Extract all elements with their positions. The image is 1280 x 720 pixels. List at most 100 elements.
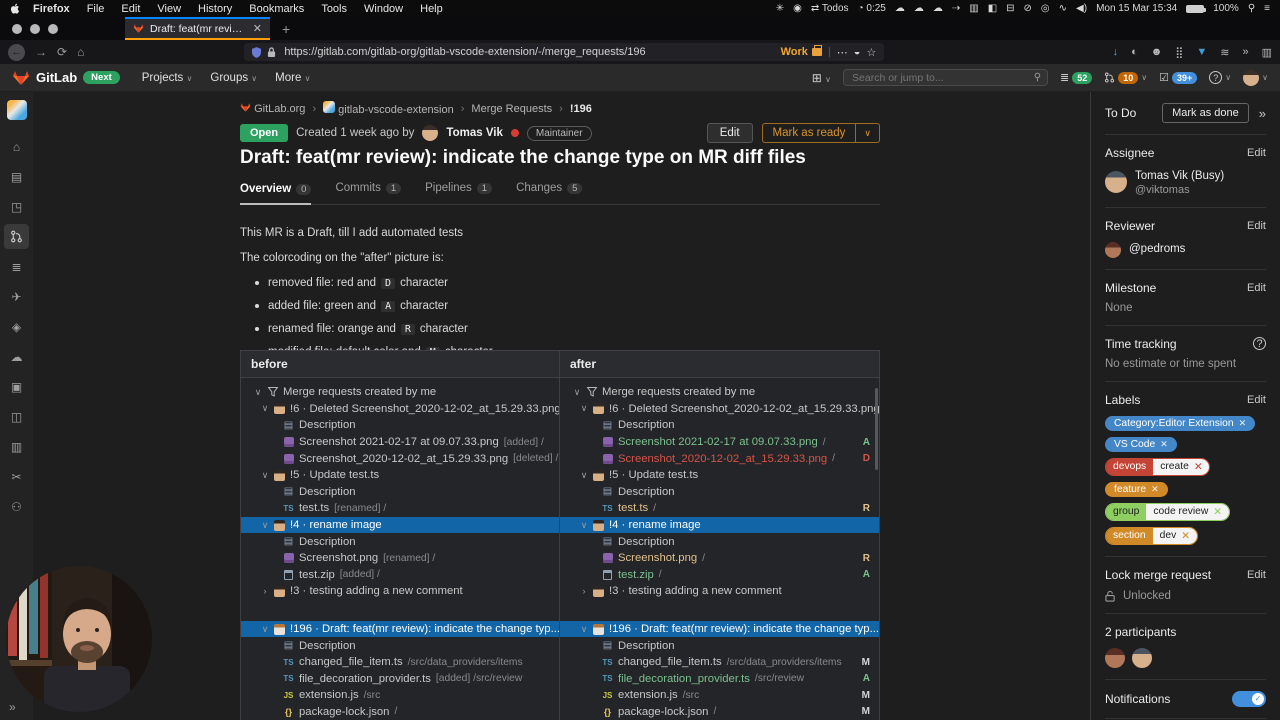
adblock-icon[interactable]: ◐	[1131, 46, 1138, 58]
cloud-icon[interactable]: ☁	[914, 3, 924, 14]
back-button[interactable]: ←	[8, 43, 25, 61]
forward-button[interactable]: →	[35, 45, 47, 59]
tree-row[interactable]: ▤ Description	[560, 533, 879, 550]
label-pill[interactable]: feature ✕	[1105, 481, 1168, 497]
tree-row[interactable]: ∨ Merge requests created by me	[560, 384, 879, 401]
time-help-icon[interactable]: ?	[1253, 337, 1266, 351]
packages-icon[interactable]: ▣	[4, 374, 29, 399]
mr-counter[interactable]: 10 ∨	[1104, 71, 1147, 84]
assignee-name[interactable]: Tomas Vik (Busy)	[1135, 169, 1224, 184]
tree-row[interactable]: ∨ Merge requests created by me	[241, 384, 559, 401]
breadcrumb-item[interactable]: !196	[570, 103, 592, 115]
window-controls[interactable]	[0, 17, 70, 40]
extensions-grid-icon[interactable]: ⣿	[1175, 46, 1183, 59]
downloads-icon[interactable]: ↓	[1113, 46, 1119, 58]
labels-edit-link[interactable]: Edit	[1247, 394, 1266, 406]
tree-row[interactable]: TS changed_file_item.ts/src/data_provider…	[241, 654, 559, 671]
assignee-username[interactable]: @viktomas	[1135, 184, 1224, 196]
analytics-icon[interactable]: ◫	[4, 404, 29, 429]
chevron-down-icon[interactable]: ∨	[258, 520, 272, 531]
spotlight-icon[interactable]: ⚲	[1248, 3, 1255, 14]
assignee-edit-link[interactable]: Edit	[1247, 147, 1266, 159]
remove-label-icon[interactable]: ✕	[1160, 439, 1168, 450]
label-pill[interactable]: Category:Editor Extension ✕	[1105, 415, 1256, 431]
scrollbar-thumb[interactable]	[875, 388, 878, 470]
nav-projects[interactable]: Projects ∨	[142, 72, 193, 84]
merge-requests-icon[interactable]	[4, 224, 29, 249]
tab-commits[interactable]: Commits 1	[335, 182, 402, 196]
chevron-down-icon[interactable]: ∨	[251, 387, 265, 398]
mark-as-done-button[interactable]: Mark as done	[1162, 103, 1249, 123]
menu-history[interactable]: History	[198, 3, 232, 15]
chevron-down-icon[interactable]: ∨	[258, 624, 272, 635]
tab-changes[interactable]: Changes 5	[516, 182, 583, 196]
chevron-down-icon[interactable]: ∨	[577, 624, 591, 635]
pocket-icon[interactable]: ◒	[854, 46, 861, 58]
tree-row[interactable]: › !3 · testing adding a new comment	[560, 583, 879, 600]
reviewer-username[interactable]: @pedroms	[1129, 242, 1185, 257]
cloud-icon[interactable]: ☁	[933, 3, 943, 14]
author-avatar[interactable]	[422, 125, 439, 141]
browser-tab[interactable]: Draft: feat(mr review): indicate ✕	[125, 17, 270, 40]
display-icon[interactable]: ▥	[969, 3, 978, 14]
tree-row[interactable]: ▤ Description	[241, 533, 559, 550]
search-input[interactable]	[850, 70, 1034, 85]
reviewer-avatar[interactable]	[1105, 241, 1121, 258]
tree-row[interactable]: Screenshot.png / R	[560, 550, 879, 567]
tree-row[interactable]: ∨ !6 · Deleted Screenshot_2020-12-02_at_1…	[241, 401, 559, 418]
operations-icon[interactable]: ☁	[4, 344, 29, 369]
reload-button[interactable]: ⟳	[57, 45, 67, 59]
menu-file[interactable]: File	[87, 3, 105, 15]
tree-row[interactable]: {} package-lock.json / M	[560, 704, 879, 720]
notifications-toggle[interactable]	[1232, 690, 1266, 707]
new-menu-button[interactable]: ⊞ ∨	[812, 71, 831, 85]
mark-as-ready-button[interactable]: Mark as ready ∨	[761, 123, 880, 143]
menu-window[interactable]: Window	[364, 3, 403, 15]
chevron-down-icon[interactable]: ∨	[258, 403, 272, 414]
tree-row[interactable]: Screenshot_2020-12-02_at_15.29.33.png [de…	[241, 450, 559, 467]
assignee-avatar[interactable]	[1105, 171, 1127, 194]
accessibility-icon[interactable]: ◎	[1041, 3, 1050, 14]
tab-overview[interactable]: Overview 0	[240, 182, 312, 205]
tab-close-icon[interactable]: ✕	[253, 22, 262, 35]
extension-icon[interactable]: ☻	[1151, 46, 1163, 58]
tree-row[interactable]: JS extension.js/src M	[560, 687, 879, 704]
screen-record-icon[interactable]: ◉	[793, 3, 802, 14]
label-pill[interactable]: VS Code ✕	[1105, 436, 1177, 452]
participant-avatar[interactable]	[1105, 647, 1125, 668]
label-pill-scoped[interactable]: section dev ✕	[1105, 526, 1198, 545]
remove-label-icon[interactable]: ✕	[1213, 506, 1222, 518]
nav-more[interactable]: More ∨	[275, 72, 310, 84]
menu-firefox[interactable]: Firefox	[33, 3, 70, 15]
minimize-window-button[interactable]	[30, 23, 40, 34]
breadcrumb-text[interactable]: gitlab-vscode-extension	[338, 104, 454, 116]
layers-ext-icon[interactable]: ≋	[1220, 46, 1229, 59]
breadcrumb-item[interactable]: gitlab-vscode-extension	[323, 101, 454, 116]
breadcrumb-text[interactable]: GitLab.org	[254, 103, 305, 115]
tree-row[interactable]: test.zip / A	[560, 567, 879, 584]
remove-label-icon[interactable]: ✕	[1181, 530, 1190, 542]
ready-dropdown-icon[interactable]: ∨	[855, 124, 879, 142]
lock-icon[interactable]	[267, 47, 276, 57]
apple-logo-icon[interactable]	[10, 3, 21, 14]
tree-row[interactable]: test.zip [added] /	[241, 567, 559, 584]
sidebar-toggle-icon[interactable]: ▥	[1262, 46, 1272, 59]
edit-button[interactable]: Edit	[706, 123, 753, 143]
tree-row[interactable]: › !3 · testing adding a new comment	[241, 583, 559, 600]
security-icon[interactable]: ◈	[4, 314, 29, 339]
user-menu[interactable]: ∨	[1243, 69, 1268, 86]
tree-row[interactable]: ∨ !5 · Update test.ts	[560, 467, 879, 484]
requirements-icon[interactable]: ≣	[4, 254, 29, 279]
url-input[interactable]	[282, 45, 775, 59]
issues-icon[interactable]: ◳	[4, 194, 29, 219]
menu-view[interactable]: View	[157, 3, 181, 15]
nav-groups[interactable]: Groups ∨	[210, 72, 257, 84]
label-pill-scoped[interactable]: devops create ✕	[1105, 457, 1211, 476]
breadcrumb-text[interactable]: Merge Requests	[471, 103, 552, 115]
tree-row[interactable]: {} package-lock.json /	[241, 704, 559, 720]
participant-avatar[interactable]	[1132, 647, 1152, 668]
printer-icon[interactable]: ⊟	[1006, 3, 1014, 14]
ci-cd-icon[interactable]: ✈	[4, 284, 29, 309]
tree-row[interactable]: ▤ Description	[241, 417, 559, 434]
tree-row[interactable]: ∨ !5 · Update test.ts	[241, 467, 559, 484]
